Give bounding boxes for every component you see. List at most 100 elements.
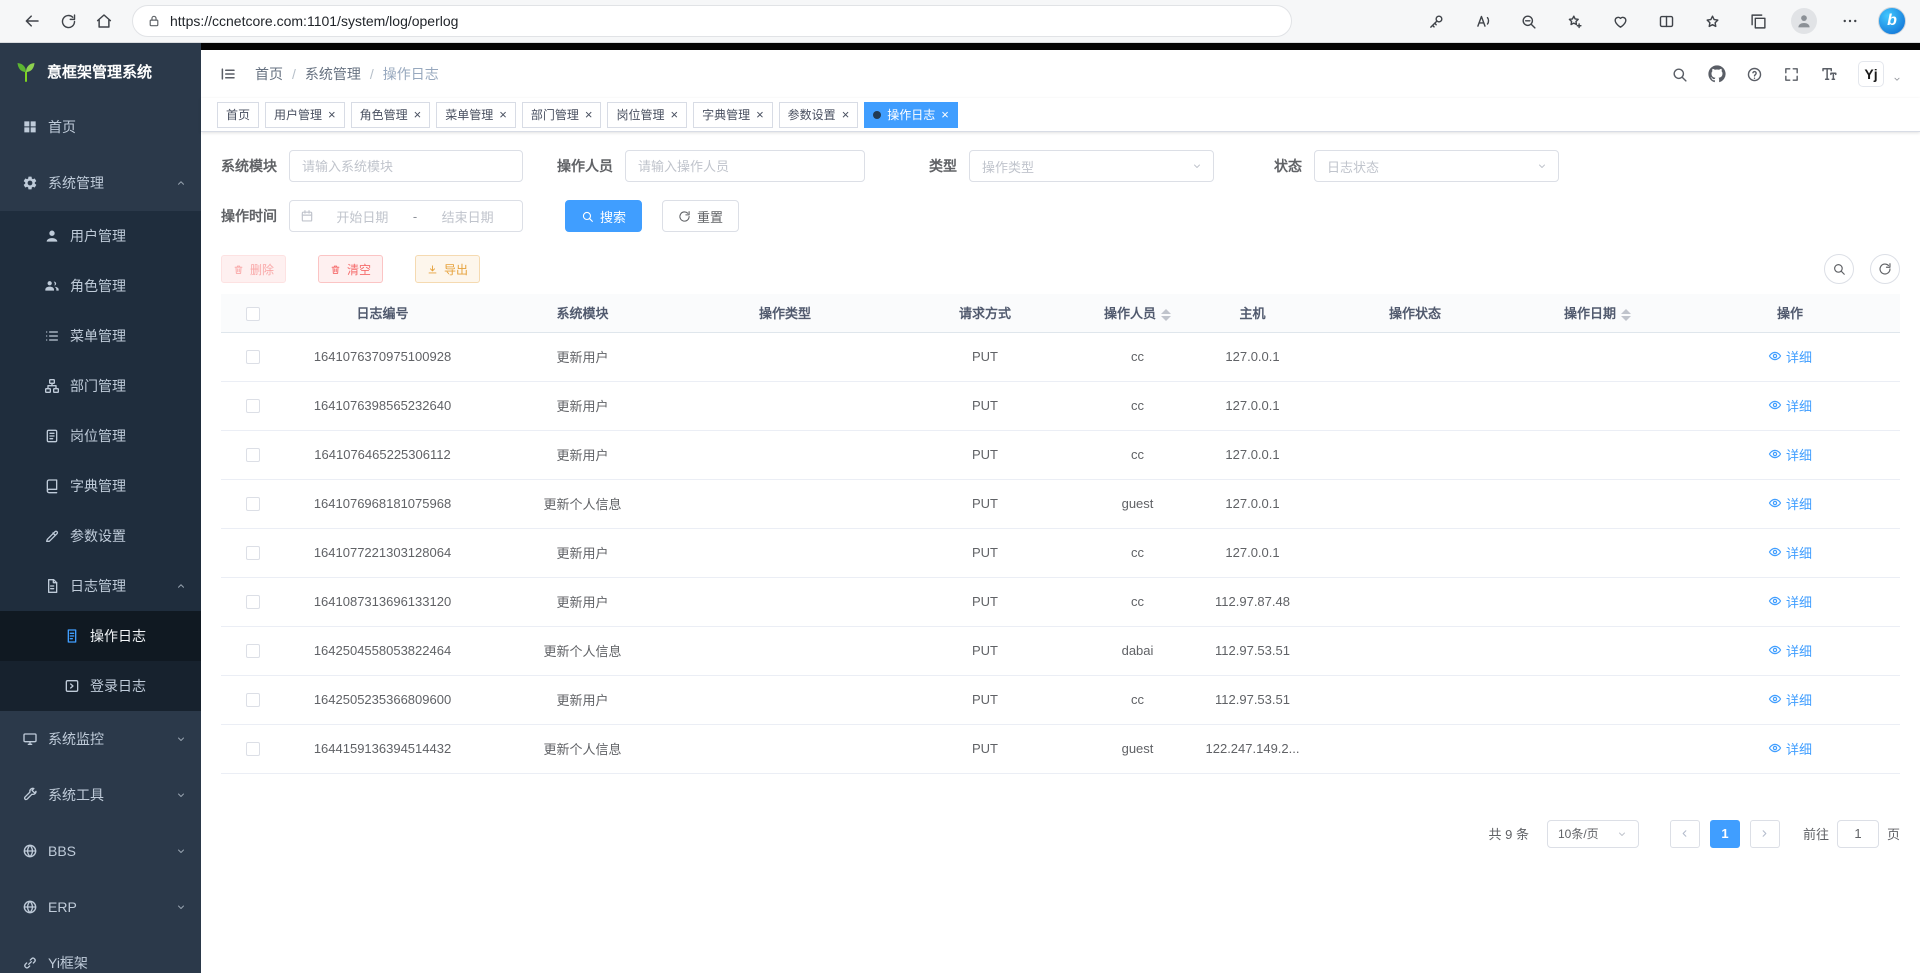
type-select[interactable]: 操作类型 [969,150,1214,182]
sidebar-item-dept-mgmt[interactable]: 部门管理 [0,361,201,411]
sidebar-item-erp[interactable]: ERP [0,879,201,935]
status-select[interactable]: 日志状态 [1314,150,1559,182]
browser-split-screen-button[interactable] [1648,4,1684,38]
detail-link[interactable]: 详细 [1768,347,1812,366]
sidebar-item-post-mgmt[interactable]: 岗位管理 [0,411,201,461]
search-button[interactable]: 搜索 [565,200,642,232]
sidebar-item-bbs[interactable]: BBS [0,823,201,879]
breadcrumb-item[interactable]: 首页 [255,64,283,84]
sidebar-item-system-tools[interactable]: 系统工具 [0,767,201,823]
tab-user-mgmt[interactable]: 用户管理× [265,102,345,128]
close-tab-icon[interactable]: × [499,108,507,121]
select-all-checkbox[interactable] [246,307,260,321]
export-button[interactable]: 导出 [415,255,480,283]
close-tab-icon[interactable]: × [756,108,764,121]
column-header[interactable]: 操作日期 [1515,294,1680,332]
row-checkbox[interactable] [246,448,260,462]
browser-favorites-bar-button[interactable] [1694,4,1730,38]
column-header[interactable]: 操作人员 [1085,294,1190,332]
close-tab-icon[interactable]: × [842,108,850,121]
browser-settings-button[interactable] [1832,4,1868,38]
sidebar-item-home[interactable]: 首页 [0,99,201,155]
tab-menu-mgmt[interactable]: 菜单管理× [436,102,516,128]
detail-link[interactable]: 详细 [1768,445,1812,464]
tab-dept-mgmt[interactable]: 部门管理× [522,102,602,128]
browser-copilot-button[interactable]: b [1878,7,1906,35]
row-checkbox[interactable] [246,546,260,560]
tab-role-mgmt[interactable]: 角色管理× [351,102,431,128]
sidebar-item-oper-log[interactable]: 操作日志 [0,611,201,661]
tab-dict-mgmt[interactable]: 字典管理× [693,102,773,128]
row-checkbox[interactable] [246,742,260,756]
browser-refresh-button[interactable] [50,4,86,38]
breadcrumb-item[interactable]: 系统管理 [305,64,361,84]
detail-link[interactable]: 详细 [1768,690,1812,709]
sidebar-item-yi-framework[interactable]: Yi框架 [0,935,201,973]
browser-password-button[interactable] [1418,4,1454,38]
sidebar-item-system-monitor[interactable]: 系统监控 [0,711,201,767]
page-size-select[interactable]: 10条/页 [1547,820,1639,848]
detail-link[interactable]: 详细 [1768,494,1812,513]
cell-status [1315,626,1515,675]
close-tab-icon[interactable]: × [670,108,678,121]
row-checkbox[interactable] [246,399,260,413]
close-tab-icon[interactable]: × [941,108,949,121]
browser-essentials-button[interactable] [1602,4,1638,38]
toggle-search-button[interactable] [1824,254,1854,284]
tab-oper-log[interactable]: 操作日志× [864,102,958,128]
tab-param-settings[interactable]: 参数设置× [779,102,859,128]
sidebar-item-dict-mgmt[interactable]: 字典管理 [0,461,201,511]
sidebar-item-log-mgmt[interactable]: 日志管理 [0,561,201,611]
sidebar-item-menu-mgmt[interactable]: 菜单管理 [0,311,201,361]
font-size-button[interactable] [1820,65,1838,83]
browser-profile-button[interactable] [1786,4,1822,38]
sort-caret[interactable] [1161,309,1171,321]
detail-link[interactable]: 详细 [1768,592,1812,611]
browser-favorite-button[interactable] [1556,4,1592,38]
help-button[interactable] [1746,66,1763,83]
app-logo[interactable]: 意框架管理系统 [0,43,201,99]
date-range-picker[interactable]: 开始日期 - 结束日期 [289,200,523,232]
close-tab-icon[interactable]: × [328,108,336,121]
tab-home[interactable]: 首页 [217,102,259,128]
browser-collections-button[interactable] [1740,4,1776,38]
sidebar-item-role-mgmt[interactable]: 角色管理 [0,261,201,311]
close-tab-icon[interactable]: × [585,108,593,121]
fullscreen-button[interactable] [1783,66,1800,83]
row-checkbox[interactable] [246,595,260,609]
next-page-button[interactable] [1750,820,1780,848]
sort-caret[interactable] [1621,309,1631,321]
prev-page-button[interactable] [1670,820,1700,848]
sidebar-item-user-mgmt[interactable]: 用户管理 [0,211,201,261]
detail-link[interactable]: 详细 [1768,396,1812,415]
browser-home-button[interactable] [86,4,122,38]
reset-button[interactable]: 重置 [662,200,739,232]
browser-zoom-button[interactable] [1510,4,1546,38]
clear-button[interactable]: 清空 [318,255,383,283]
user-avatar[interactable]: Yj [1858,61,1884,87]
close-tab-icon[interactable]: × [414,108,422,121]
sidebar-item-system-mgmt[interactable]: 系统管理 [0,155,201,211]
browser-back-button[interactable] [14,4,50,38]
row-checkbox[interactable] [246,693,260,707]
detail-link[interactable]: 详细 [1768,641,1812,660]
delete-button[interactable]: 删除 [221,255,286,283]
sidebar-toggle-icon[interactable] [219,65,237,83]
browser-url-bar[interactable]: https://ccnetcore.com:1101/system/log/op… [132,5,1292,37]
row-checkbox[interactable] [246,644,260,658]
row-checkbox[interactable] [246,350,260,364]
sidebar-item-login-log[interactable]: 登录日志 [0,661,201,711]
goto-page-input[interactable] [1837,820,1879,848]
tab-post-mgmt[interactable]: 岗位管理× [607,102,687,128]
header-search-button[interactable] [1671,66,1688,83]
module-input[interactable] [289,150,523,182]
browser-read-aloud-button[interactable] [1464,4,1500,38]
detail-link[interactable]: 详细 [1768,543,1812,562]
github-button[interactable] [1708,65,1726,83]
row-checkbox[interactable] [246,497,260,511]
sidebar-item-param-settings[interactable]: 参数设置 [0,511,201,561]
operator-input[interactable] [625,150,865,182]
refresh-table-button[interactable] [1870,254,1900,284]
page-1-button[interactable]: 1 [1710,820,1740,848]
detail-link[interactable]: 详细 [1768,739,1812,758]
